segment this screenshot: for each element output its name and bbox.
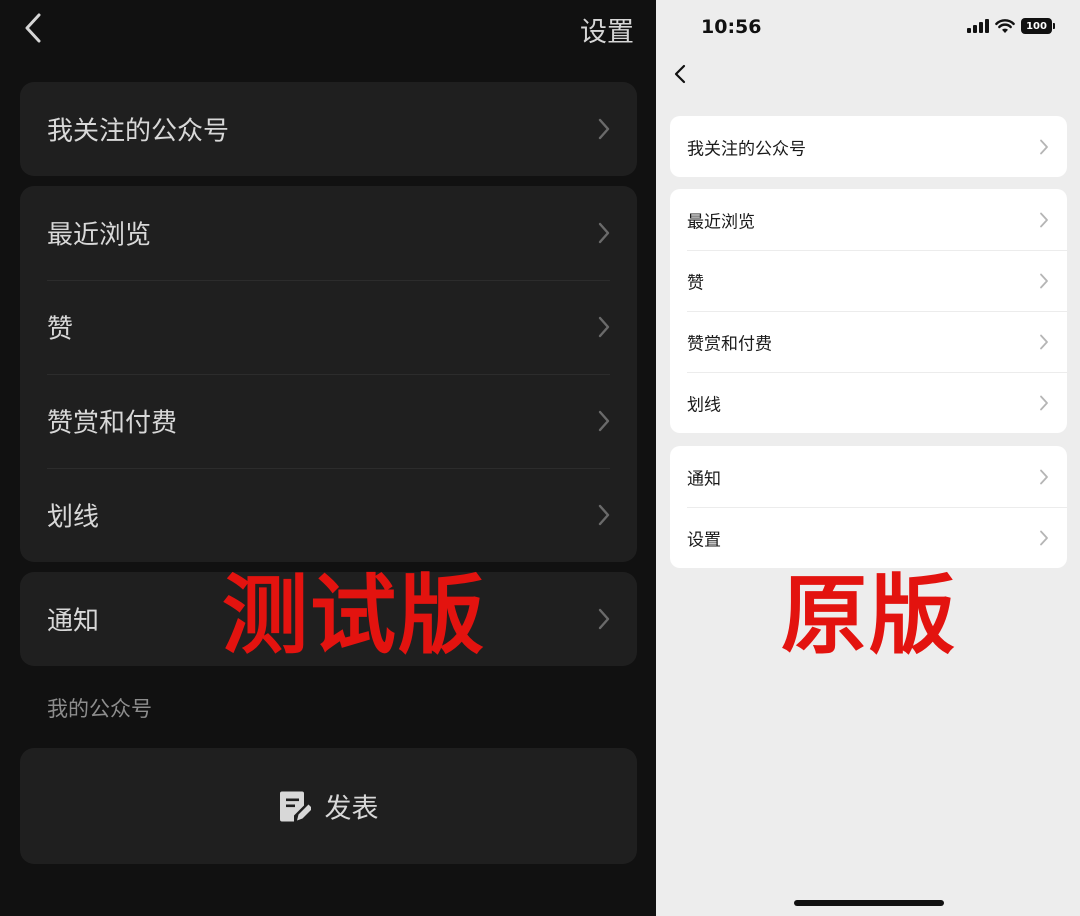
menu-item-rewards-payments[interactable]: 赞赏和付费 [20,374,637,468]
menu-item-label: 最近浏览 [47,220,152,251]
menu-item-notifications[interactable]: 通知 [670,446,1067,507]
menu-item-rewards-payments[interactable]: 赞赏和付费 [670,311,1067,372]
chevron-right-icon [598,504,610,526]
followed-accounts-card: 我关注的公众号 [20,82,637,176]
menu-item-label: 设置 [687,530,721,550]
menu-item-label: 赞 [47,314,74,345]
chevron-right-icon [1040,139,1048,154]
chevron-right-icon [1040,212,1048,227]
cellular-signal-icon [967,19,989,33]
page-title: 设置 [580,17,634,48]
menu-item-label: 我关注的公众号 [47,116,230,147]
menu-item-followed-accounts[interactable]: 我关注的公众号 [670,116,1067,177]
back-arrow-icon[interactable] [672,62,688,86]
followed-accounts-card: 我关注的公众号 [670,116,1067,177]
publish-button[interactable]: 发表 [20,748,637,864]
menu-item-followed-accounts[interactable]: 我关注的公众号 [20,82,637,176]
chevron-right-icon [1040,469,1048,484]
menu-item-label: 我关注的公众号 [687,139,806,159]
menu-item-label: 通知 [47,606,100,637]
menu-item-label: 最近浏览 [687,212,755,232]
menu-item-label: 通知 [687,469,721,489]
chevron-right-icon [598,222,610,244]
chevron-right-icon [1040,395,1048,410]
watermark-original-version: 原版 [781,566,957,666]
chevron-right-icon [1040,273,1048,288]
menu-item-likes[interactable]: 赞 [20,280,637,374]
battery-level: 100 [1026,20,1047,32]
activity-card: 最近浏览 赞 赞赏和付费 划线 [670,189,1067,433]
chevron-right-icon [1040,530,1048,545]
back-arrow-icon[interactable] [20,10,48,46]
chevron-right-icon [598,410,610,432]
chevron-right-icon [598,608,610,630]
menu-item-recently-viewed[interactable]: 最近浏览 [20,186,637,280]
chevron-right-icon [1040,334,1048,349]
menu-item-label: 赞赏和付费 [687,334,772,354]
menu-item-label: 划线 [687,395,721,415]
chevron-right-icon [598,118,610,140]
test-version-panel: 设置 我关注的公众号 最近浏览 赞 赞赏和付费 划线 通知 我的公众号 发表 [0,0,656,916]
publish-label: 发表 [324,793,379,825]
activity-card: 最近浏览 赞 赞赏和付费 划线 [20,186,637,562]
compose-icon [279,791,311,821]
status-time: 10:56 [701,16,762,38]
menu-item-label: 赞赏和付费 [47,408,178,439]
home-indicator[interactable] [794,900,944,906]
menu-item-label: 赞 [687,273,704,293]
status-icons: 100 [967,18,1055,34]
original-version-panel: 10:56 100 我关注的公众号 最近浏览 赞 赞赏和付费 划线 通知 设置 [656,0,1080,916]
menu-item-highlights[interactable]: 划线 [670,372,1067,433]
watermark-test-version: 测试版 [222,566,486,666]
wifi-icon [995,18,1015,33]
menu-item-label: 划线 [47,502,100,533]
chevron-right-icon [598,316,610,338]
section-label-my-accounts: 我的公众号 [47,697,152,721]
menu-item-recently-viewed[interactable]: 最近浏览 [670,189,1067,250]
menu-item-likes[interactable]: 赞 [670,250,1067,311]
battery-icon: 100 [1021,18,1055,34]
